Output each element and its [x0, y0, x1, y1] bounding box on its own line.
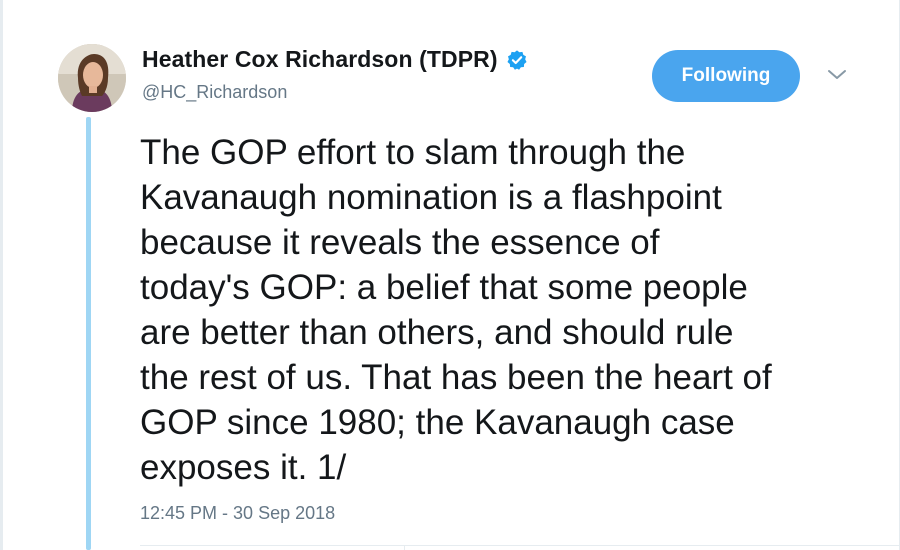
following-button[interactable]: Following	[652, 50, 800, 102]
chevron-down-icon[interactable]	[826, 68, 848, 82]
tweet-text-line: GOP since 1980; the Kavanaugh case	[140, 403, 735, 442]
tweet-text-line: The GOP effort to slam through the	[140, 133, 686, 172]
window-edge	[0, 0, 3, 550]
tweet-text-line: the rest of us. That has been the heart …	[140, 358, 772, 397]
divider	[404, 545, 405, 550]
author-handle[interactable]: @HC_Richardson	[142, 82, 287, 103]
thread-line	[86, 117, 91, 550]
author-name-row: Heather Cox Richardson (TDPR)	[142, 46, 528, 73]
tweet-text: The GOP effort to slam through the Kavan…	[140, 130, 870, 490]
tweet-text-line: Kavanaugh nomination is a flashpoint	[140, 178, 722, 217]
tweet-text-line: are better than others, and should rule	[140, 313, 734, 352]
tweet-text-line: because it reveals the essence of	[140, 223, 660, 262]
divider	[140, 545, 900, 546]
tweet-text-line: exposes it. 1/	[140, 448, 347, 487]
author-display-name[interactable]: Heather Cox Richardson (TDPR)	[142, 46, 498, 73]
tweet-timestamp[interactable]: 12:45 PM - 30 Sep 2018	[140, 503, 335, 524]
tweet-text-line: today's GOP: a belief that some people	[140, 268, 748, 307]
avatar[interactable]	[58, 44, 126, 112]
verified-badge-icon	[506, 49, 528, 71]
tweet-card: Heather Cox Richardson (TDPR) @HC_Richar…	[0, 0, 900, 550]
profile-photo-icon	[58, 44, 126, 112]
